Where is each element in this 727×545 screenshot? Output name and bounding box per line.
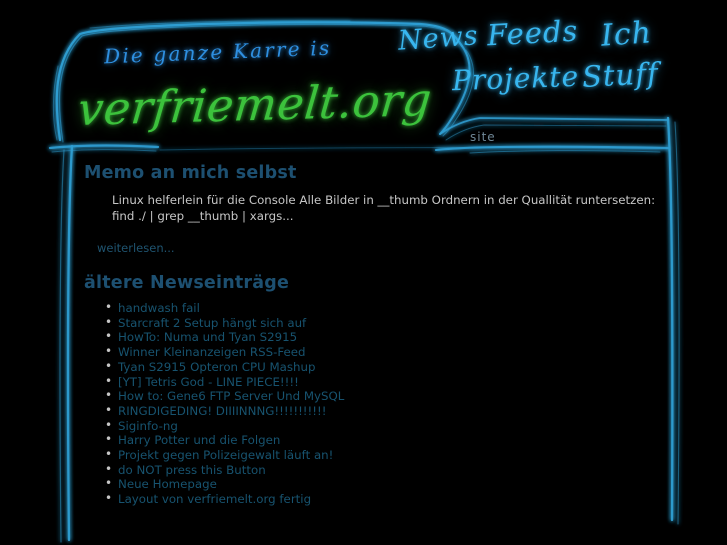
list-item: do NOT press this Button — [105, 462, 659, 478]
news-entry-link[interactable]: Tyan S2915 Opteron CPU Mashup — [118, 360, 316, 374]
list-item: HowTo: Numa und Tyan S2915 — [105, 329, 659, 345]
news-entry-link[interactable]: Siginfo-ng — [118, 419, 178, 433]
list-item: Winner Kleinanzeigen RSS-Feed — [105, 344, 659, 360]
nav-link-feeds[interactable]: Feeds — [486, 14, 579, 53]
nav-link-news[interactable]: News — [397, 20, 480, 57]
read-more-link[interactable]: weiterlesen... — [97, 241, 175, 255]
news-entry-link[interactable]: [YT] Tetris God - LINE PIECE!!!! — [118, 375, 299, 389]
list-item: Neue Homepage — [105, 476, 659, 492]
list-item: handwash fail — [105, 300, 659, 316]
news-entry-link[interactable]: Layout von verfriemelt.org fertig — [118, 492, 311, 506]
read-more-wrapper: weiterlesen... — [97, 237, 659, 256]
news-entry-link[interactable]: RINGDIGEDING! DIIIINNNG!!!!!!!!!!! — [118, 404, 326, 418]
list-item: [YT] Tetris God - LINE PIECE!!!! — [105, 374, 659, 390]
list-item: Projekt gegen Polizeigewalt läuft an! — [105, 447, 659, 463]
news-entry-link[interactable]: HowTo: Numa und Tyan S2915 — [118, 330, 297, 344]
list-item: How to: Gene6 FTP Server Und MySQL — [105, 388, 659, 404]
news-entry-link[interactable]: Starcraft 2 Setup hängt sich auf — [118, 316, 306, 330]
news-entry-link[interactable]: How to: Gene6 FTP Server Und MySQL — [118, 389, 344, 403]
header-tagline: Die ganze Karre is — [103, 35, 332, 69]
site-logo-verfriemelt: verfriemelt.org — [75, 72, 435, 137]
nav-link-projekte[interactable]: Projekte — [451, 60, 579, 97]
news-entry-link[interactable]: do NOT press this Button — [118, 463, 266, 477]
post-body: Linux helferlein für die Console Alle Bi… — [112, 193, 656, 223]
news-entry-link[interactable]: Harry Potter und die Folgen — [118, 433, 280, 447]
archive-news-list: handwash failStarcraft 2 Setup hängt sic… — [84, 300, 659, 507]
archive-title: ältere Newseinträge — [84, 273, 290, 293]
list-item: RINGDIGEDING! DIIIINNNG!!!!!!!!!!! — [105, 403, 659, 419]
page-root: Die ganze Karre is verfriemelt.org News … — [0, 0, 727, 545]
site-search-input[interactable] — [466, 126, 666, 148]
nav-link-stuff[interactable]: Stuff — [581, 56, 659, 94]
list-item: Siginfo-ng — [105, 418, 659, 434]
news-entry-link[interactable]: handwash fail — [118, 301, 200, 315]
news-entry-link[interactable]: Winner Kleinanzeigen RSS-Feed — [118, 345, 306, 359]
post-title: Memo an mich selbst — [84, 163, 297, 183]
main-content: Memo an mich selbst Linux helferlein für… — [84, 163, 659, 507]
news-entry-link[interactable]: Neue Homepage — [118, 477, 217, 491]
list-item: Harry Potter und die Folgen — [105, 432, 659, 448]
list-item: Tyan S2915 Opteron CPU Mashup — [105, 359, 659, 375]
nav-link-ich[interactable]: Ich — [600, 15, 653, 53]
list-item: Starcraft 2 Setup hängt sich auf — [105, 315, 659, 331]
list-item: Layout von verfriemelt.org fertig — [105, 491, 659, 507]
news-entry-link[interactable]: Projekt gegen Polizeigewalt läuft an! — [118, 448, 333, 462]
